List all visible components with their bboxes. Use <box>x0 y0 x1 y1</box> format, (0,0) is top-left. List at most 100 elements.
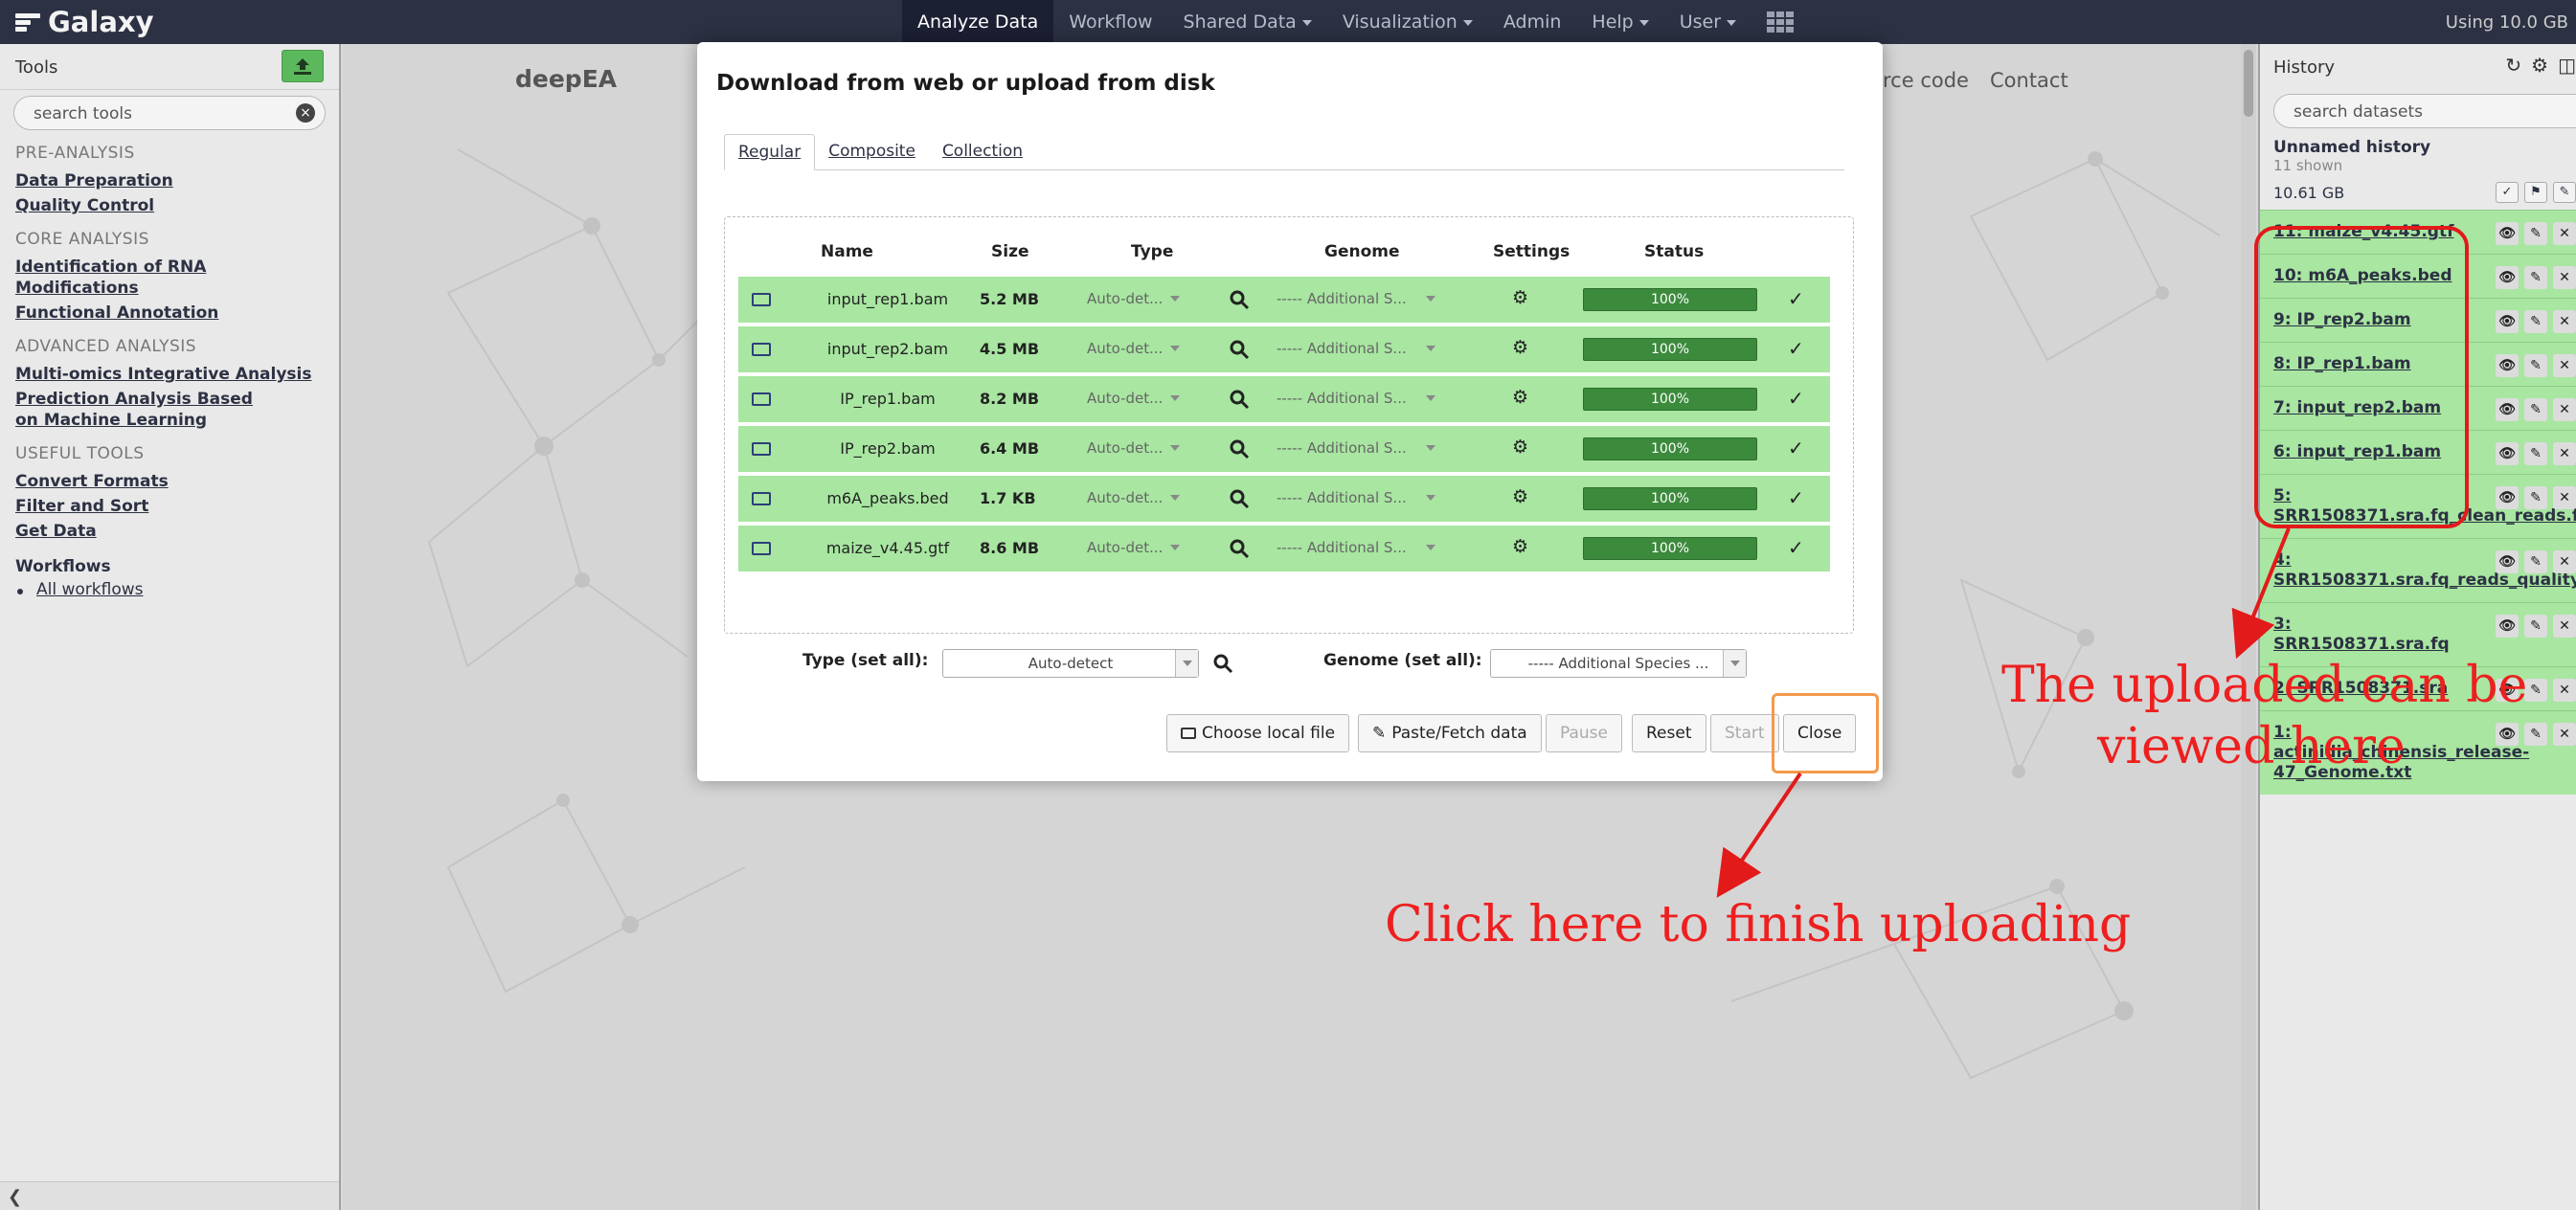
tool-link-filter-sort[interactable]: Filter and Sort <box>0 494 339 519</box>
delete-icon[interactable]: ✕ <box>2553 550 2576 573</box>
tool-panel-scrollbar[interactable]: ❮ <box>0 1181 339 1210</box>
type-setall-select[interactable]: Auto-detect <box>942 649 1199 678</box>
eye-icon[interactable]: 👁 <box>2496 615 2519 638</box>
upload-button[interactable] <box>282 50 324 82</box>
upload-row-genome-select[interactable]: ----- Additional S... <box>1277 489 1435 506</box>
pencil-icon[interactable]: ✎ <box>2524 266 2547 289</box>
pencil-icon[interactable]: ✎ <box>2524 398 2547 421</box>
gear-icon[interactable]: ⚙ <box>1512 536 1528 557</box>
nav-visualization[interactable]: Visualization <box>1327 0 1488 44</box>
galaxy-brand[interactable]: Galaxy <box>15 4 154 40</box>
tab-composite[interactable]: Composite <box>815 134 929 169</box>
pencil-icon[interactable]: ✎ <box>2524 723 2547 746</box>
upload-row-genome-select[interactable]: ----- Additional S... <box>1277 439 1435 457</box>
select-all-icon[interactable]: ✓ <box>2496 182 2519 203</box>
tab-collection[interactable]: Collection <box>929 134 1036 169</box>
search-icon[interactable] <box>1229 289 1250 314</box>
tool-link-convert-formats[interactable]: Convert Formats <box>0 469 339 494</box>
delete-icon[interactable]: ✕ <box>2553 266 2576 289</box>
eye-icon[interactable]: 👁 <box>2496 442 2519 465</box>
dataset-title[interactable]: 3: SRR1508371.sra.fq <box>2273 615 2450 654</box>
search-icon[interactable] <box>1212 653 1233 674</box>
search-icon[interactable] <box>1229 488 1250 513</box>
columns-icon[interactable]: ◫ <box>2558 54 2576 77</box>
tool-link-rna-modifications[interactable]: Identification of RNA Modifications <box>0 255 339 301</box>
genome-setall-select[interactable]: ----- Additional Species ... <box>1490 649 1747 678</box>
search-icon[interactable] <box>1229 538 1250 563</box>
center-link-contact[interactable]: Contact <box>1990 69 2068 92</box>
history-dataset[interactable]: 4: SRR1508371.sra.fq_reads_quality_repor… <box>2260 538 2576 602</box>
delete-icon[interactable]: ✕ <box>2553 398 2576 421</box>
nav-analyze-data[interactable]: Analyze Data <box>902 0 1054 44</box>
search-icon[interactable] <box>1229 339 1250 364</box>
choose-local-file-button[interactable]: Choose local file <box>1166 714 1350 752</box>
gear-icon[interactable]: ⚙ <box>1512 287 1528 308</box>
clear-search-icon[interactable]: × <box>296 103 315 123</box>
upload-dropzone[interactable]: Name Size Type Genome Settings Status in… <box>724 216 1854 634</box>
history-search-input[interactable]: search datasets <box>2273 94 2576 128</box>
delete-icon[interactable]: ✕ <box>2553 354 2576 377</box>
nav-help[interactable]: Help <box>1576 0 1663 44</box>
reset-button[interactable]: Reset <box>1632 714 1706 752</box>
pencil-icon[interactable]: ✎ <box>2524 486 2547 509</box>
chevron-left-icon[interactable]: ❮ <box>8 1187 22 1207</box>
nav-user[interactable]: User <box>1664 0 1751 44</box>
delete-icon[interactable]: ✕ <box>2553 679 2576 702</box>
nav-workflow[interactable]: Workflow <box>1053 0 1167 44</box>
gear-icon[interactable]: ⚙ <box>2531 54 2548 77</box>
tool-link-machine-learning[interactable]: Prediction Analysis Based on Machine Lea… <box>0 387 287 433</box>
quota-meter[interactable]: Using 10.0 GB <box>2446 0 2568 44</box>
nav-shared-data[interactable]: Shared Data <box>1168 0 1327 44</box>
eye-icon[interactable]: 👁 <box>2496 222 2519 245</box>
delete-icon[interactable]: ✕ <box>2553 442 2576 465</box>
eye-icon[interactable]: 👁 <box>2496 310 2519 333</box>
center-link-source-code[interactable]: rce code <box>1883 69 1969 92</box>
pencil-icon[interactable]: ✎ <box>2524 615 2547 638</box>
upload-row-type-select[interactable]: Auto-det... <box>1087 340 1181 357</box>
tags-icon[interactable]: ⚑ <box>2524 182 2547 203</box>
center-scrollbar[interactable] <box>2241 44 2256 1210</box>
nav-admin[interactable]: Admin <box>1488 0 1577 44</box>
tool-link-multi-omics[interactable]: Multi-omics Integrative Analysis <box>0 362 339 387</box>
delete-icon[interactable]: ✕ <box>2553 222 2576 245</box>
pencil-icon[interactable]: ✎ <box>2524 222 2547 245</box>
tab-regular[interactable]: Regular <box>724 134 816 170</box>
upload-row-type-select[interactable]: Auto-det... <box>1087 439 1181 457</box>
nav-apps[interactable] <box>1751 0 1811 44</box>
pencil-icon[interactable]: ✎ <box>2524 310 2547 333</box>
gear-icon[interactable]: ⚙ <box>1512 337 1528 358</box>
delete-icon[interactable]: ✕ <box>2553 723 2576 746</box>
gear-icon[interactable]: ⚙ <box>1512 387 1528 408</box>
upload-row-type-select[interactable]: Auto-det... <box>1087 390 1181 407</box>
gear-icon[interactable]: ⚙ <box>1512 486 1528 507</box>
search-icon[interactable] <box>1229 438 1250 463</box>
upload-row-type-select[interactable]: Auto-det... <box>1087 290 1181 307</box>
tool-link-get-data[interactable]: Get Data <box>0 519 339 544</box>
delete-icon[interactable]: ✕ <box>2553 310 2576 333</box>
center-brand[interactable]: deepEA <box>515 65 617 93</box>
gear-icon[interactable]: ⚙ <box>1512 437 1528 458</box>
delete-icon[interactable]: ✕ <box>2553 615 2576 638</box>
paste-fetch-button[interactable]: ✎ Paste/Fetch data <box>1358 714 1542 752</box>
eye-icon[interactable]: 👁 <box>2496 723 2519 746</box>
eye-icon[interactable]: 👁 <box>2496 550 2519 573</box>
eye-icon[interactable]: 👁 <box>2496 266 2519 289</box>
history-name[interactable]: Unnamed history <box>2260 128 2576 157</box>
pencil-icon[interactable]: ✎ <box>2524 679 2547 702</box>
start-button[interactable]: Start <box>1710 714 1779 752</box>
tool-link-quality-control[interactable]: Quality Control <box>0 193 339 218</box>
upload-row-genome-select[interactable]: ----- Additional S... <box>1277 290 1435 307</box>
upload-row-type-select[interactable]: Auto-det... <box>1087 539 1181 556</box>
eye-icon[interactable]: 👁 <box>2496 354 2519 377</box>
upload-row-type-select[interactable]: Auto-det... <box>1087 489 1181 506</box>
tool-link-data-preparation[interactable]: Data Preparation <box>0 168 339 193</box>
comment-icon[interactable]: ✎ <box>2553 182 2576 203</box>
pause-button[interactable]: Pause <box>1546 714 1622 752</box>
eye-icon[interactable]: 👁 <box>2496 398 2519 421</box>
tool-search-input[interactable]: search tools × <box>13 96 326 130</box>
search-icon[interactable] <box>1229 389 1250 414</box>
pencil-icon[interactable]: ✎ <box>2524 354 2547 377</box>
refresh-icon[interactable]: ↻ <box>2505 54 2521 77</box>
pencil-icon[interactable]: ✎ <box>2524 442 2547 465</box>
upload-row-genome-select[interactable]: ----- Additional S... <box>1277 340 1435 357</box>
